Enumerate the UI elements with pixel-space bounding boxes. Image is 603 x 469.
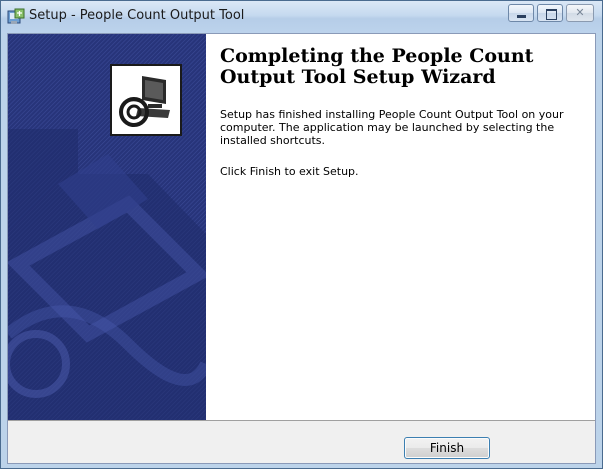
setup-window: Setup - People Count Output Tool ✕ Compl… (0, 0, 603, 469)
maximize-button[interactable] (537, 4, 563, 22)
finish-message: Setup has finished installing People Cou… (220, 108, 564, 147)
window-title: Setup - People Count Output Tool (29, 8, 245, 23)
button-bar: Finish (8, 420, 595, 463)
page-heading: Completing the People Count Output Tool … (220, 45, 534, 88)
finish-button[interactable]: Finish (404, 437, 490, 459)
wizard-side-banner (8, 34, 206, 420)
setup-installer-icon (7, 8, 25, 26)
close-button[interactable]: ✕ (566, 4, 594, 22)
close-icon: ✕ (575, 6, 585, 19)
installer-computer-icon (110, 64, 182, 136)
wizard-content: Completing the People Count Output Tool … (220, 46, 590, 196)
minimize-button[interactable] (508, 4, 534, 22)
title-bar[interactable]: Setup - People Count Output Tool ✕ (1, 1, 602, 33)
exit-instruction: Click Finish to exit Setup. (220, 165, 359, 178)
caption-buttons: ✕ (508, 4, 594, 22)
wizard-page: Completing the People Count Output Tool … (7, 33, 596, 464)
